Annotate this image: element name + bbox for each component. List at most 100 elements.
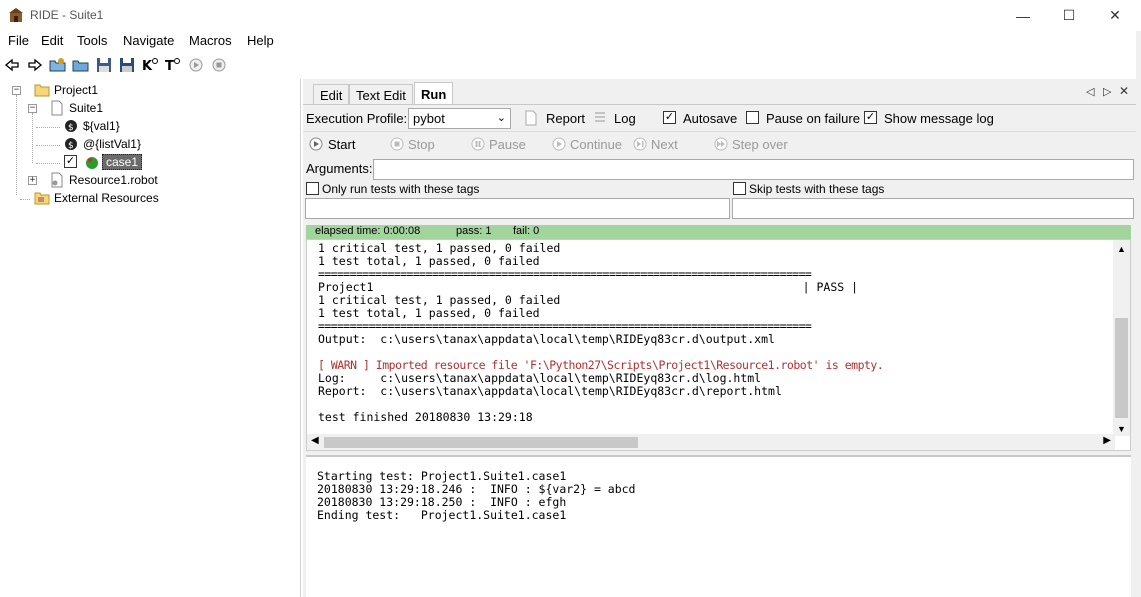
minimize-button[interactable]: — [1000, 0, 1046, 31]
horizontal-scroll-thumb[interactable] [324, 437, 638, 448]
menu-help[interactable]: Help [247, 33, 274, 48]
start-button[interactable]: Start [328, 137, 355, 152]
console-vertical-scrollbar[interactable]: ▲ ▼ [1113, 240, 1130, 436]
folder-icon [34, 84, 50, 97]
back-arrow-icon[interactable] [3, 56, 21, 74]
tab-text-edit[interactable]: Text Edit [349, 84, 413, 105]
execution-profile-label: Execution Profile: [306, 111, 408, 126]
menu-navigate[interactable]: Navigate [123, 33, 174, 48]
tab-scroll-left-icon[interactable]: ◁ [1086, 85, 1094, 98]
vertical-scroll-thumb[interactable] [1115, 318, 1128, 418]
tree-node-variable-scalar[interactable]: $ ${val1} [64, 117, 120, 135]
stop-icon[interactable] [210, 56, 228, 74]
tree-node-external-resources[interactable]: External Resources [34, 189, 159, 207]
variable-list-icon: $ [65, 138, 77, 151]
expand-resource-toggle[interactable]: + [28, 176, 37, 185]
elapsed-time: elapsed time: 0:00:08 [315, 225, 421, 237]
console-horizontal-scrollbar[interactable]: ◀ ▶ [307, 434, 1115, 450]
menu-file[interactable]: File [8, 33, 29, 48]
log-icon [594, 110, 606, 127]
console-line: Output: c:\users\tanax\appdata\local\tem… [318, 332, 775, 346]
tree-node-project[interactable]: Project1 [34, 81, 98, 99]
search-keywords-icon[interactable]: K [141, 56, 159, 74]
project-tree: − Project1 − Suite1 $ ${val1} $ @{listVa… [0, 79, 301, 597]
pause-icon [471, 137, 485, 154]
menu-macros[interactable]: Macros [189, 33, 232, 48]
save-icon[interactable] [95, 56, 113, 74]
scroll-right-icon[interactable]: ▶ [1103, 435, 1111, 446]
expand-project-toggle[interactable]: − [12, 86, 21, 95]
svg-text:T: T [165, 59, 174, 73]
stop-button[interactable]: Stop [408, 137, 435, 152]
scroll-down-icon[interactable]: ▼ [1117, 424, 1126, 434]
tab-close-icon[interactable]: ✕ [1119, 84, 1129, 98]
maximize-button[interactable]: ☐ [1046, 0, 1092, 31]
step-over-button[interactable]: Step over [732, 137, 788, 152]
expand-suite-toggle[interactable]: − [28, 104, 37, 113]
save-all-icon[interactable] [118, 56, 136, 74]
autosave-checkbox[interactable]: ✓ [663, 111, 676, 124]
tab-scroll-right-icon[interactable]: ▷ [1103, 85, 1111, 98]
title-bar: RIDE - Suite1 — ☐ ✕ [0, 0, 1141, 31]
close-button[interactable]: ✕ [1092, 0, 1138, 31]
tree-node-resource[interactable]: Resource1.robot [50, 171, 158, 189]
continue-button[interactable]: Continue [570, 137, 622, 152]
search-tests-icon[interactable]: T [164, 56, 182, 74]
pause-on-failure-label: Pause on failure [766, 111, 860, 126]
console-line: test finished 20180830 13:29:18 [318, 410, 533, 424]
stop-run-icon [390, 137, 404, 154]
menu-edit[interactable]: Edit [41, 33, 63, 48]
report-icon [524, 110, 538, 129]
message-log: Starting test: Project1.Suite1.case1 201… [306, 455, 1131, 597]
tree-node-variable-list[interactable]: $ @{listVal1} [64, 135, 141, 153]
open-folder-icon[interactable] [72, 56, 90, 74]
svg-text:$: $ [68, 141, 74, 151]
only-run-tags-input[interactable] [305, 198, 730, 219]
skip-tags-label: Skip tests with these tags [749, 182, 885, 196]
console-line: Report: c:\users\tanax\appdata\local\tem… [318, 384, 782, 398]
tree-node-testcase[interactable]: case1 [84, 153, 143, 171]
step-over-icon [714, 137, 728, 154]
tree-node-suite[interactable]: Suite1 [50, 99, 103, 117]
message-log-line: Ending test: Project1.Suite1.case1 [317, 508, 567, 522]
run-icon[interactable] [187, 56, 205, 74]
forward-arrow-icon[interactable] [26, 56, 44, 74]
log-button[interactable]: Log [614, 111, 636, 126]
tab-run[interactable]: Run [414, 82, 454, 105]
show-message-log-label: Show message log [884, 111, 994, 126]
skip-tags-input[interactable] [732, 198, 1134, 219]
chevron-down-icon: ⌄ [496, 112, 506, 124]
start-icon [309, 137, 323, 154]
window-title: RIDE - Suite1 [30, 8, 104, 22]
arguments-label: Arguments: [306, 161, 373, 176]
external-folder-icon [34, 192, 50, 205]
pause-button[interactable]: Pause [489, 137, 526, 152]
file-icon [51, 100, 63, 116]
only-run-tags-checkbox[interactable] [306, 182, 319, 195]
run-status-bar: elapsed time: 0:00:08 pass: 1 fail: 0 [306, 225, 1131, 239]
execution-profile-select[interactable]: pybot ⌄ [408, 108, 511, 129]
console-output: 1 critical test, 1 passed, 0 failed 1 te… [306, 239, 1131, 451]
menu-bar: File Edit Tools Navigate Macros Help [0, 31, 1141, 51]
robot-icon [86, 157, 98, 169]
menu-tools[interactable]: Tools [77, 33, 107, 48]
variable-scalar-icon: $ [65, 120, 77, 133]
toolbar: K T [0, 53, 1141, 77]
pause-on-failure-checkbox[interactable] [746, 111, 759, 124]
testcase-checkbox[interactable]: ✓ [64, 155, 77, 168]
arguments-input[interactable] [373, 159, 1134, 180]
open-project-icon[interactable] [49, 56, 67, 74]
resource-file-icon [51, 172, 63, 188]
next-icon [633, 137, 647, 154]
autosave-label: Autosave [683, 111, 738, 126]
skip-tags-checkbox[interactable] [733, 182, 746, 195]
next-button[interactable]: Next [651, 137, 678, 152]
pass-count: pass: 1 [456, 225, 492, 237]
report-button[interactable]: Report [546, 111, 585, 126]
scroll-up-icon[interactable]: ▲ [1117, 244, 1126, 254]
show-message-log-checkbox[interactable]: ✓ [864, 111, 877, 124]
scroll-left-icon[interactable]: ◀ [311, 435, 319, 446]
svg-text:K: K [142, 59, 153, 73]
tab-edit[interactable]: Edit [313, 84, 350, 105]
only-run-tags-label: Only run tests with these tags [322, 182, 480, 196]
